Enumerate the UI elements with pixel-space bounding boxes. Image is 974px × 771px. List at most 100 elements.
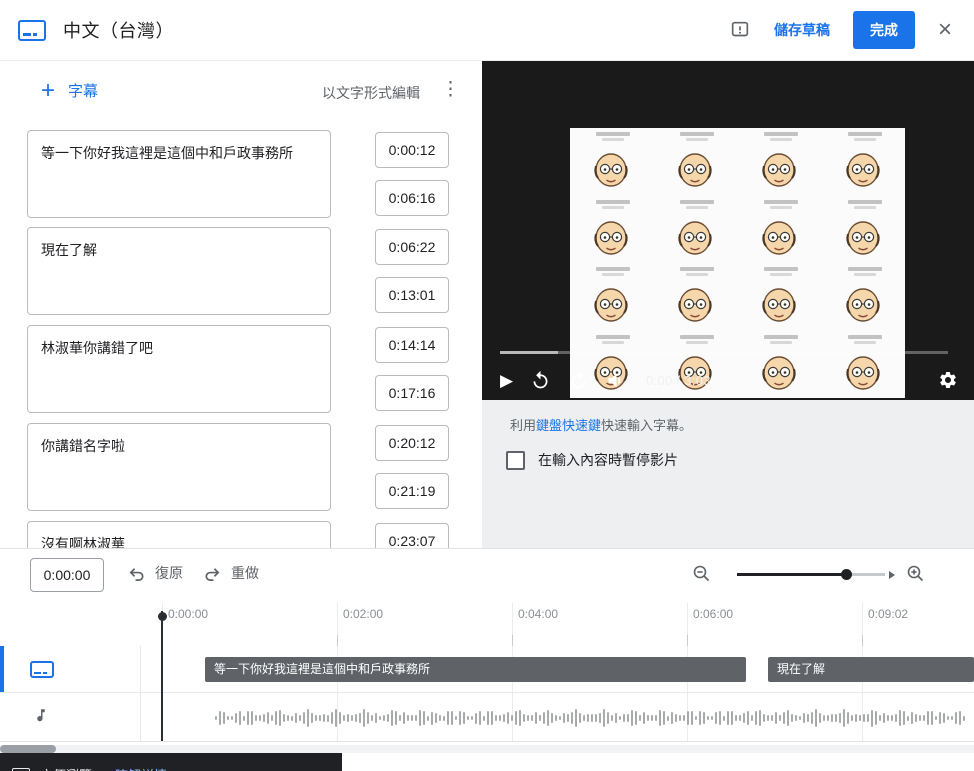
add-caption-button[interactable]: + 字幕 [35,76,104,104]
subtitle-clip[interactable]: 現在了解 [768,657,974,682]
forward-10-button[interactable] [568,370,589,391]
ruler-label: 0:04:00 [518,607,559,621]
playhead[interactable] [157,611,167,741]
video-frame-face [654,128,738,196]
tip-suffix: 快速輸入字幕。 [601,418,693,433]
video-frame-face [738,128,822,196]
captions-track-icon[interactable] [30,661,54,678]
close-icon: × [937,16,952,43]
progress-bar[interactable] [500,351,948,354]
header: 中文（台灣） 儲存草稿 完成 × [0,0,974,61]
volume-button[interactable] [606,370,627,391]
time-display: 0:00 / 3:03 [646,372,711,388]
plus-icon: + [41,76,56,104]
subtitle-timestamp[interactable]: 0:17:16 [375,375,449,411]
subtitle-text-box[interactable]: 等一下你好我這裡是這個中和戶政事務所 [27,130,331,218]
player-options: 利用鍵盤快速鍵快速輸入字幕。 在輸入內容時暫停影片 [482,400,974,548]
ruler-tick [687,635,688,646]
redo-label: 重做 [231,565,259,581]
timeline-time-input[interactable] [30,558,104,592]
buffered-segment [500,351,558,354]
zoom-slider[interactable] [737,569,895,580]
zoom-out-icon [693,565,710,582]
settings-button[interactable] [938,370,958,390]
subtitle-timestamp[interactable]: 0:14:14 [375,327,449,363]
player-panel: ▶ 0:00 / 3:03 利用鍵盤快速鍵快速輸入字幕。 在輸入內容時暫停影片 [482,61,974,548]
video-frame-face [570,263,654,331]
tip-text: 利用鍵盤快速鍵快速輸入字幕。 [510,415,692,434]
zoom-slider-fill [737,573,847,576]
done-button[interactable]: 完成 [852,11,915,49]
subtitle-timestamp[interactable]: 0:21:19 [375,473,449,509]
undo-button[interactable]: 復原 [127,563,183,583]
scrollbar-thumb[interactable] [0,745,56,753]
audio-track-icon[interactable] [32,707,50,725]
feedback-icon [731,21,749,37]
redo-button[interactable]: 重做 [203,563,259,583]
subtitle-timestamp[interactable]: 0:13:01 [375,277,449,313]
rewind-10-button[interactable] [530,370,551,391]
subtitle-timestamp[interactable]: 0:06:16 [375,180,449,216]
video-frame-face [821,128,905,196]
track-row-divider [0,692,974,693]
video-frame-face [738,196,822,264]
playhead-handle[interactable] [157,612,167,621]
ruler-label: 0:06:00 [693,607,734,621]
ruler-label: 0:00:00 [168,607,209,621]
send-feedback-button[interactable] [729,19,751,41]
zoom-in-icon [907,565,924,582]
zoom-out-button[interactable] [692,564,712,584]
ruler-label: 0:09:02 [868,607,909,621]
subtitle-timestamp[interactable]: 0:20:12 [375,425,449,461]
video-frame-face [738,263,822,331]
volume-icon [608,373,621,387]
video-frame-face [654,263,738,331]
play-button[interactable]: ▶ [500,372,513,389]
undo-label: 復原 [155,565,183,581]
video-frame-face [654,196,738,264]
horizontal-scrollbar[interactable] [0,745,974,753]
subtitle-editor: 中文（台灣） 儲存草稿 完成 × + 字幕 以文字形式編輯 ⋮ 等一下你好我這裡… [0,0,974,771]
undo-icon [129,567,144,581]
video-surface[interactable] [570,128,905,398]
track-header-divider [140,646,141,741]
subtitle-clip[interactable]: 等一下你好我這裡是這個中和戶政事務所 [205,657,746,682]
subtitle-text-box[interactable]: 現在了解 [27,227,331,315]
play-icon: ▶ [500,370,514,390]
zoom-slider-caret [889,570,895,579]
player-controls: ▶ 0:00 / 3:03 [500,363,958,397]
toast-text: 方便瀏覽： [40,765,105,771]
subtitle-text-box[interactable]: 沒有啊林淑華 [27,521,331,548]
pause-option-row: 在輸入內容時暫停影片 [506,450,678,470]
header-actions: 儲存草稿 完成 × [729,11,954,49]
ruler-tick [862,635,863,646]
edit-as-text-button[interactable]: 以文字形式編輯 [322,83,420,103]
video-player: ▶ 0:00 / 3:03 [482,61,974,400]
toast: 方便瀏覽： 瞭解詳情 [0,753,342,771]
video-frame-face [821,196,905,264]
video-frame-face [570,128,654,196]
keyboard-shortcuts-link[interactable]: 鍵盤快速鍵 [536,418,601,433]
subtitle-timestamp[interactable]: 0:00:12 [375,132,449,168]
subtitle-text-box[interactable]: 林淑華你講錯了吧 [27,325,331,413]
gear-icon [940,372,956,388]
save-draft-button[interactable]: 儲存草稿 [772,14,832,46]
subtitle-text-box[interactable]: 你講錯名字啦 [27,423,331,511]
zoom-slider-knob[interactable] [841,569,852,580]
add-caption-label: 字幕 [68,83,99,100]
subtitle-timestamp[interactable]: 0:06:22 [375,229,449,265]
kebab-menu-icon[interactable]: ⋮ [437,78,464,101]
close-button[interactable]: × [936,18,954,42]
active-track-indicator [0,646,4,692]
track-bottom-divider [0,741,974,742]
learn-more-link[interactable]: 瞭解詳情 [115,765,167,771]
rewind-10-icon [533,370,548,388]
timeline-ruler[interactable]: 0:00:00 0:02:00 0:04:00 0:06:00 0:09:02 [0,601,974,646]
zoom-in-button[interactable] [906,564,926,584]
captions-icon [18,19,46,41]
tip-prefix: 利用 [510,418,537,433]
subtitle-timestamp[interactable]: 0:23:07 [375,523,449,548]
audio-waveform[interactable] [215,695,974,741]
pause-video-checkbox[interactable] [506,450,525,470]
video-frame-face [570,196,654,264]
